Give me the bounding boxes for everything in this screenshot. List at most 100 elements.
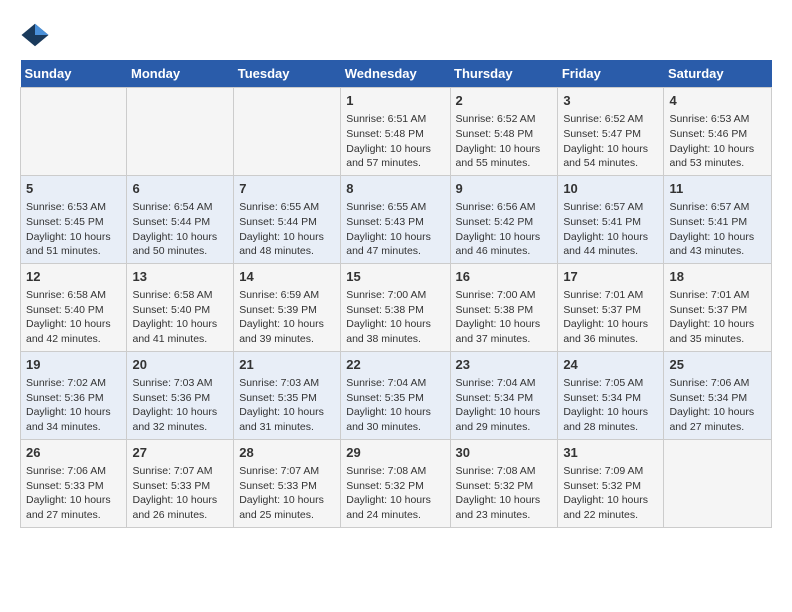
calendar-cell: 28 Sunrise: 7:07 AM Sunset: 5:33 PM Dayli… <box>234 439 341 527</box>
calendar-header-monday: Monday <box>127 60 234 88</box>
calendar-week-row: 26 Sunrise: 7:06 AM Sunset: 5:33 PM Dayli… <box>21 439 772 527</box>
cell-content: Sunrise: 6:52 AM Sunset: 5:48 PM Dayligh… <box>456 112 553 171</box>
cell-content: Sunrise: 6:51 AM Sunset: 5:48 PM Dayligh… <box>346 112 444 171</box>
cell-content: Sunrise: 7:07 AM Sunset: 5:33 PM Dayligh… <box>132 464 228 523</box>
cell-content: Sunrise: 6:52 AM Sunset: 5:47 PM Dayligh… <box>563 112 658 171</box>
calendar-week-row: 1 Sunrise: 6:51 AM Sunset: 5:48 PM Daylig… <box>21 88 772 176</box>
day-number: 2 <box>456 92 553 110</box>
day-number: 22 <box>346 356 444 374</box>
cell-content: Sunrise: 7:08 AM Sunset: 5:32 PM Dayligh… <box>346 464 444 523</box>
cell-content: Sunrise: 6:55 AM Sunset: 5:43 PM Dayligh… <box>346 200 444 259</box>
calendar-week-row: 19 Sunrise: 7:02 AM Sunset: 5:36 PM Dayli… <box>21 351 772 439</box>
calendar-cell: 15 Sunrise: 7:00 AM Sunset: 5:38 PM Dayli… <box>341 263 450 351</box>
calendar-cell: 13 Sunrise: 6:58 AM Sunset: 5:40 PM Dayli… <box>127 263 234 351</box>
calendar-cell: 6 Sunrise: 6:54 AM Sunset: 5:44 PM Daylig… <box>127 175 234 263</box>
cell-content: Sunrise: 7:05 AM Sunset: 5:34 PM Dayligh… <box>563 376 658 435</box>
day-number: 27 <box>132 444 228 462</box>
cell-content: Sunrise: 7:00 AM Sunset: 5:38 PM Dayligh… <box>456 288 553 347</box>
day-number: 14 <box>239 268 335 286</box>
day-number: 29 <box>346 444 444 462</box>
day-number: 18 <box>669 268 766 286</box>
day-number: 13 <box>132 268 228 286</box>
day-number: 12 <box>26 268 121 286</box>
calendar-cell: 29 Sunrise: 7:08 AM Sunset: 5:32 PM Dayli… <box>341 439 450 527</box>
day-number: 20 <box>132 356 228 374</box>
day-number: 31 <box>563 444 658 462</box>
calendar-cell: 25 Sunrise: 7:06 AM Sunset: 5:34 PM Dayli… <box>664 351 772 439</box>
cell-content: Sunrise: 7:01 AM Sunset: 5:37 PM Dayligh… <box>669 288 766 347</box>
cell-content: Sunrise: 6:58 AM Sunset: 5:40 PM Dayligh… <box>132 288 228 347</box>
cell-content: Sunrise: 7:07 AM Sunset: 5:33 PM Dayligh… <box>239 464 335 523</box>
day-number: 5 <box>26 180 121 198</box>
calendar-header-row: SundayMondayTuesdayWednesdayThursdayFrid… <box>21 60 772 88</box>
cell-content: Sunrise: 6:58 AM Sunset: 5:40 PM Dayligh… <box>26 288 121 347</box>
cell-content: Sunrise: 7:03 AM Sunset: 5:36 PM Dayligh… <box>132 376 228 435</box>
day-number: 28 <box>239 444 335 462</box>
cell-content: Sunrise: 6:54 AM Sunset: 5:44 PM Dayligh… <box>132 200 228 259</box>
day-number: 7 <box>239 180 335 198</box>
page-header <box>20 20 772 50</box>
cell-content: Sunrise: 7:06 AM Sunset: 5:33 PM Dayligh… <box>26 464 121 523</box>
calendar-cell: 24 Sunrise: 7:05 AM Sunset: 5:34 PM Dayli… <box>558 351 664 439</box>
day-number: 3 <box>563 92 658 110</box>
cell-content: Sunrise: 7:01 AM Sunset: 5:37 PM Dayligh… <box>563 288 658 347</box>
calendar-cell <box>234 88 341 176</box>
calendar-cell: 3 Sunrise: 6:52 AM Sunset: 5:47 PM Daylig… <box>558 88 664 176</box>
calendar-header-thursday: Thursday <box>450 60 558 88</box>
logo <box>20 20 54 50</box>
cell-content: Sunrise: 6:55 AM Sunset: 5:44 PM Dayligh… <box>239 200 335 259</box>
calendar-cell: 4 Sunrise: 6:53 AM Sunset: 5:46 PM Daylig… <box>664 88 772 176</box>
calendar-cell: 5 Sunrise: 6:53 AM Sunset: 5:45 PM Daylig… <box>21 175 127 263</box>
day-number: 26 <box>26 444 121 462</box>
day-number: 10 <box>563 180 658 198</box>
calendar-cell: 7 Sunrise: 6:55 AM Sunset: 5:44 PM Daylig… <box>234 175 341 263</box>
calendar-cell: 21 Sunrise: 7:03 AM Sunset: 5:35 PM Dayli… <box>234 351 341 439</box>
cell-content: Sunrise: 7:00 AM Sunset: 5:38 PM Dayligh… <box>346 288 444 347</box>
calendar-header-tuesday: Tuesday <box>234 60 341 88</box>
cell-content: Sunrise: 7:04 AM Sunset: 5:35 PM Dayligh… <box>346 376 444 435</box>
cell-content: Sunrise: 6:53 AM Sunset: 5:45 PM Dayligh… <box>26 200 121 259</box>
day-number: 6 <box>132 180 228 198</box>
calendar-cell: 16Sunrise: 7:00 AM Sunset: 5:38 PM Dayli… <box>450 263 558 351</box>
cell-content: Sunrise: 7:02 AM Sunset: 5:36 PM Dayligh… <box>26 376 121 435</box>
calendar-cell: 17 Sunrise: 7:01 AM Sunset: 5:37 PM Dayli… <box>558 263 664 351</box>
day-number: 25 <box>669 356 766 374</box>
calendar-header-friday: Friday <box>558 60 664 88</box>
calendar-week-row: 5 Sunrise: 6:53 AM Sunset: 5:45 PM Daylig… <box>21 175 772 263</box>
day-number: 24 <box>563 356 658 374</box>
cell-content: Sunrise: 6:53 AM Sunset: 5:46 PM Dayligh… <box>669 112 766 171</box>
day-number: 30 <box>456 444 553 462</box>
day-number: 21 <box>239 356 335 374</box>
calendar-cell <box>127 88 234 176</box>
calendar-cell: 31 Sunrise: 7:09 AM Sunset: 5:32 PM Dayli… <box>558 439 664 527</box>
calendar-cell: 20 Sunrise: 7:03 AM Sunset: 5:36 PM Dayli… <box>127 351 234 439</box>
calendar-cell: 22 Sunrise: 7:04 AM Sunset: 5:35 PM Dayli… <box>341 351 450 439</box>
day-number: 9 <box>456 180 553 198</box>
day-number: 23 <box>456 356 553 374</box>
calendar-cell <box>664 439 772 527</box>
cell-content: Sunrise: 7:06 AM Sunset: 5:34 PM Dayligh… <box>669 376 766 435</box>
calendar-header-wednesday: Wednesday <box>341 60 450 88</box>
calendar-header-sunday: Sunday <box>21 60 127 88</box>
calendar-cell <box>21 88 127 176</box>
cell-content: Sunrise: 7:03 AM Sunset: 5:35 PM Dayligh… <box>239 376 335 435</box>
calendar-table: SundayMondayTuesdayWednesdayThursdayFrid… <box>20 60 772 528</box>
logo-icon <box>20 20 50 50</box>
day-number: 17 <box>563 268 658 286</box>
cell-content: Sunrise: 6:57 AM Sunset: 5:41 PM Dayligh… <box>563 200 658 259</box>
calendar-cell: 12 Sunrise: 6:58 AM Sunset: 5:40 PM Dayli… <box>21 263 127 351</box>
day-number: 19 <box>26 356 121 374</box>
calendar-header-saturday: Saturday <box>664 60 772 88</box>
day-number: 1 <box>346 92 444 110</box>
cell-content: Sunrise: 7:09 AM Sunset: 5:32 PM Dayligh… <box>563 464 658 523</box>
calendar-cell: 26 Sunrise: 7:06 AM Sunset: 5:33 PM Dayli… <box>21 439 127 527</box>
calendar-cell: 8Sunrise: 6:55 AM Sunset: 5:43 PM Daylig… <box>341 175 450 263</box>
day-number: 4 <box>669 92 766 110</box>
day-number: 15 <box>346 268 444 286</box>
calendar-cell: 9 Sunrise: 6:56 AM Sunset: 5:42 PM Daylig… <box>450 175 558 263</box>
calendar-cell: 11Sunrise: 6:57 AM Sunset: 5:41 PM Dayli… <box>664 175 772 263</box>
cell-content: Sunrise: 7:08 AM Sunset: 5:32 PM Dayligh… <box>456 464 553 523</box>
calendar-cell: 30 Sunrise: 7:08 AM Sunset: 5:32 PM Dayli… <box>450 439 558 527</box>
cell-content: Sunrise: 6:56 AM Sunset: 5:42 PM Dayligh… <box>456 200 553 259</box>
calendar-cell: 10 Sunrise: 6:57 AM Sunset: 5:41 PM Dayli… <box>558 175 664 263</box>
